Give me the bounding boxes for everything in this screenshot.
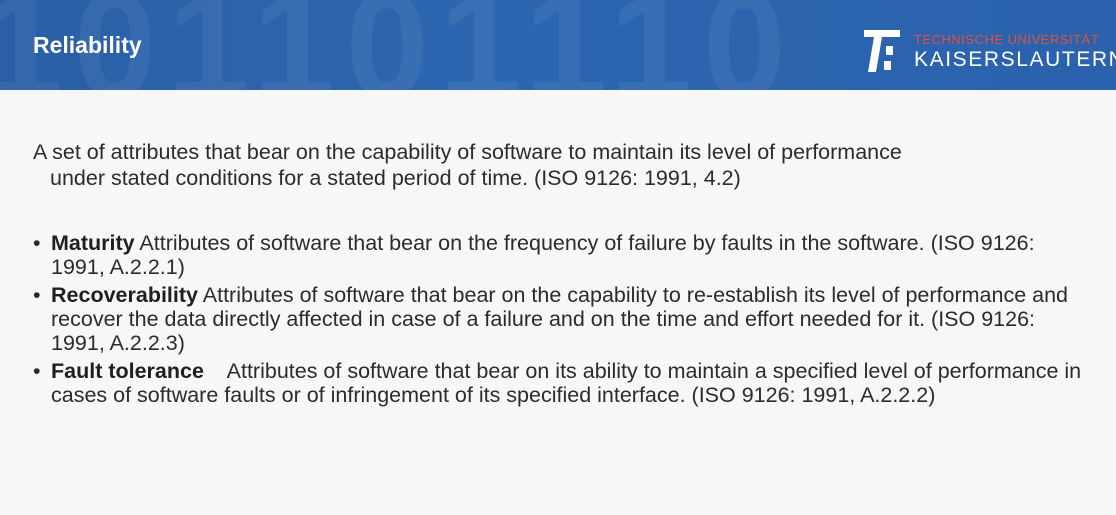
term-recoverability: Recoverability: [51, 283, 198, 307]
logo-city-line: KAISERSLAUTERN: [914, 48, 1116, 71]
definition-line-1: A set of attributes that bear on the cap…: [33, 140, 902, 164]
bullet-icon: •: [33, 283, 41, 307]
tu-logo-mark-icon: [864, 30, 900, 72]
bullet-icon: •: [33, 359, 41, 383]
definition-text: A set of attributes that bear on the cap…: [33, 139, 1083, 191]
list-item-fault-tolerance: • Fault tolerance Attributes of software…: [33, 359, 1093, 407]
bullet-icon: •: [33, 231, 41, 255]
logo-university-line: TECHNISCHE UNIVERSITÄT: [914, 32, 1100, 47]
description-fault-tolerance: Attributes of software that bear on its …: [51, 359, 1088, 407]
term-maturity: Maturity: [51, 231, 135, 255]
list-item-recoverability: • Recoverability Attributes of software …: [33, 283, 1093, 355]
description-maturity: Attributes of software that bear on the …: [51, 231, 1035, 279]
term-fault-tolerance: Fault tolerance: [51, 359, 204, 383]
slide-title: Reliability: [33, 32, 142, 58]
attribute-list: • Maturity Attributes of software that b…: [33, 231, 1093, 411]
definition-line-2: under stated conditions for a stated per…: [50, 166, 741, 190]
description-recoverability: Attributes of software that bear on the …: [51, 283, 1069, 355]
university-logo: TECHNISCHE UNIVERSITÄT KAISERSLAUTERN: [860, 24, 1116, 76]
list-item-maturity: • Maturity Attributes of software that b…: [33, 231, 1093, 279]
slide-header: 101101110 Reliability TECHNISCHE UNIVERS…: [0, 0, 1116, 90]
